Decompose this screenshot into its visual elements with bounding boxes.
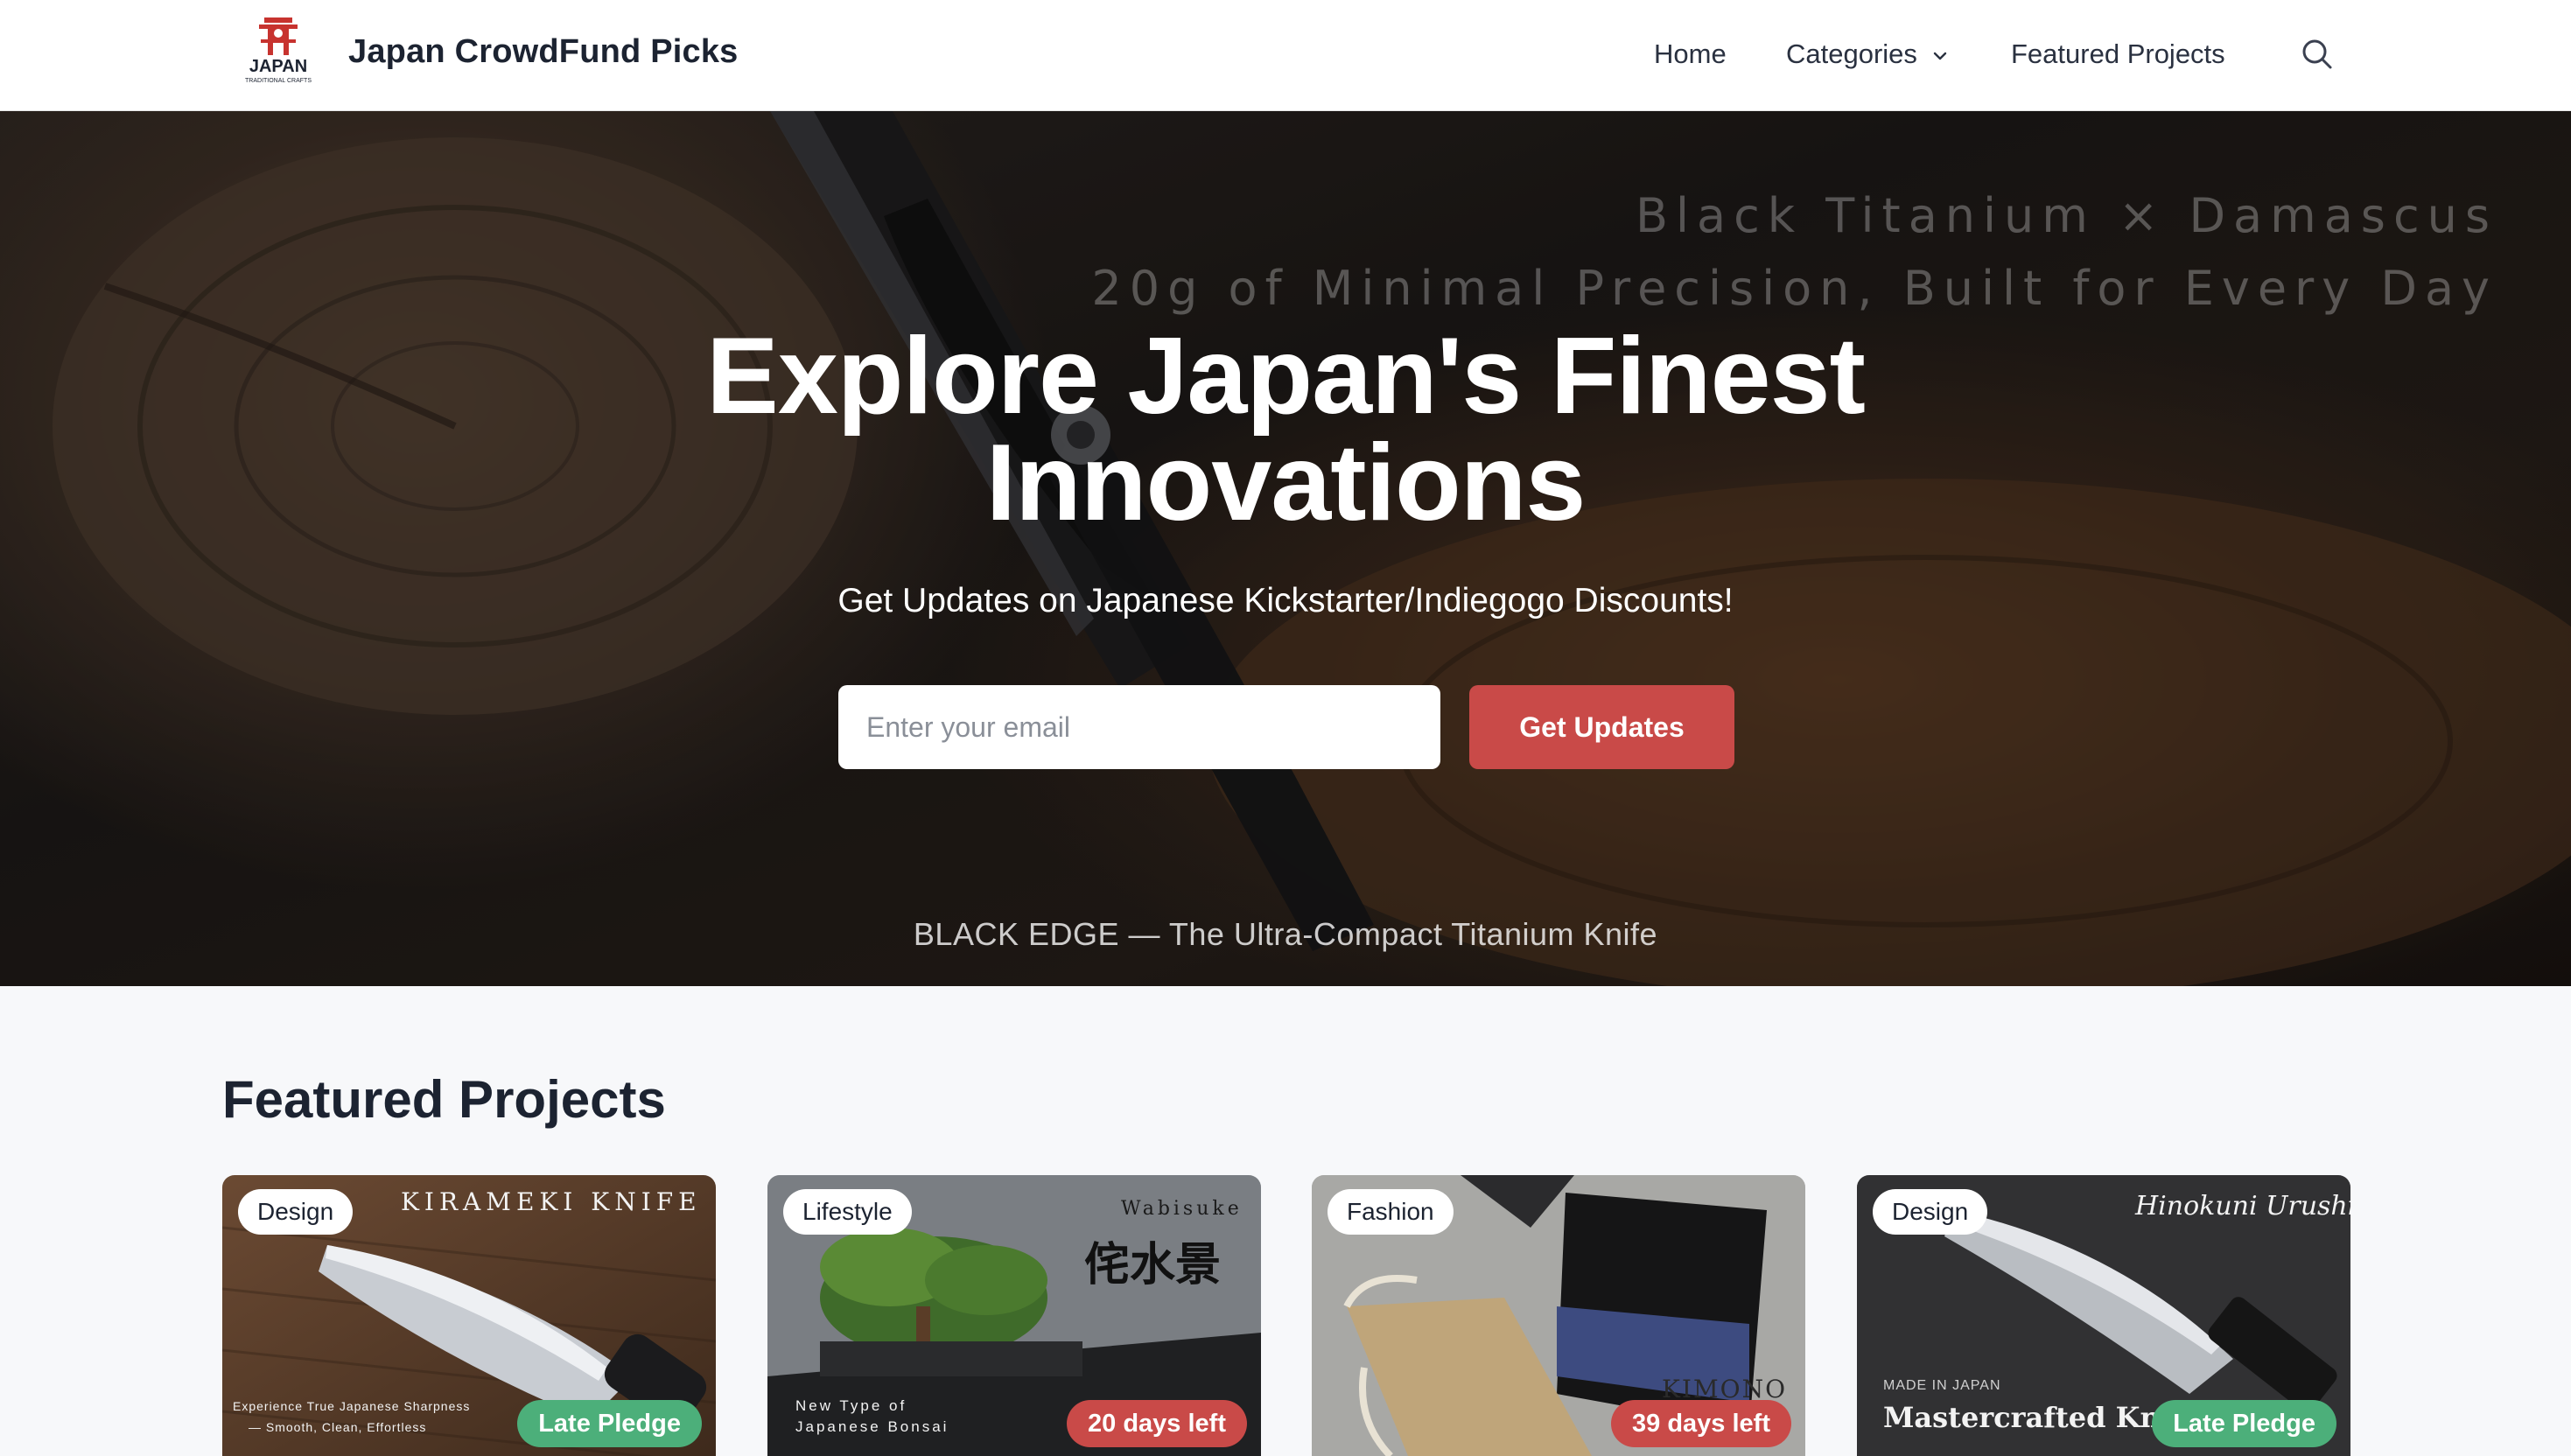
project-card[interactable]: Hinokuni Urushi MADE IN JAPAN Mastercraf… — [1857, 1175, 2350, 1456]
project-card[interactable]: Wabisuke 侘水景 New Type of Japanese Bonsai… — [767, 1175, 1261, 1456]
hero-title: Explore Japan's Finest Innovations — [0, 322, 2571, 537]
site-title[interactable]: Japan CrowdFund Picks — [348, 33, 739, 71]
card-tagline-2: — Smooth, Clean, Effortless — [249, 1420, 427, 1434]
nav-featured-projects[interactable]: Featured Projects — [2011, 38, 2225, 70]
hero-image-text-line-1: Black Titanium × Damascus — [1635, 188, 2497, 243]
card-heading: KIRAMEKI KNIFE — [401, 1187, 702, 1216]
hero-title-line-2: Innovations — [985, 423, 1587, 543]
hero-image-text-line-2: 20g of Minimal Precision, Built for Ever… — [1091, 261, 2497, 316]
logo-icon: JAPAN TRADITIONAL CRAFTS — [245, 18, 312, 84]
status-badge: 20 days left — [1067, 1400, 1247, 1447]
category-badge: Lifestyle — [783, 1189, 912, 1235]
email-input[interactable] — [838, 685, 1440, 769]
category-badge: Fashion — [1328, 1189, 1454, 1235]
hero-caption: BLACK EDGE — The Ultra-Compact Titanium … — [913, 916, 1658, 952]
chevron-down-icon — [1933, 52, 1946, 60]
nav-categories-label: Categories — [1786, 38, 1917, 69]
nav-home[interactable]: Home — [1654, 38, 1727, 70]
card-kanji: 侘水景 — [1084, 1238, 1222, 1292]
status-badge: Late Pledge — [2152, 1400, 2336, 1447]
svg-text:TRADITIONAL CRAFTS: TRADITIONAL CRAFTS — [245, 78, 312, 84]
category-badge: Design — [1873, 1189, 1988, 1235]
status-badge: 39 days left — [1611, 1400, 1791, 1447]
hero-banner: Black Titanium × Damascus 20g of Minimal… — [0, 111, 2571, 986]
site-logo[interactable]: JAPAN TRADITIONAL CRAFTS — [233, 14, 324, 86]
project-card[interactable]: KIMONO Fashion 39 days left — [1312, 1175, 1805, 1456]
card-tagline-1: Experience True Japanese Sharpness — [233, 1399, 471, 1413]
card-tagline-1: MADE IN JAPAN — [1883, 1378, 2001, 1393]
project-card[interactable]: KIRAMEKI KNIFE Experience True Japanese … — [222, 1175, 716, 1456]
hero-title-line-1: Explore Japan's Finest — [706, 316, 1866, 437]
card-tagline-1: New Type of — [795, 1397, 907, 1414]
get-updates-button[interactable]: Get Updates — [1469, 685, 1734, 769]
svg-text:JAPAN: JAPAN — [249, 57, 307, 76]
search-button[interactable] — [2300, 37, 2335, 72]
category-badge: Design — [238, 1189, 354, 1235]
search-icon — [2302, 39, 2332, 69]
hero-subtitle: Get Updates on Japanese Kickstarter/Indi… — [837, 582, 1734, 620]
card-tagline-2: Japanese Bonsai — [795, 1418, 949, 1435]
card-heading: Hinokuni Urushi — [2135, 1191, 2350, 1222]
nav-categories[interactable]: Categories — [1786, 38, 1950, 70]
featured-projects-title: Featured Projects — [222, 1070, 666, 1129]
status-badge: Late Pledge — [517, 1400, 702, 1447]
site-header: JAPAN TRADITIONAL CRAFTS Japan CrowdFund… — [0, 0, 2571, 111]
card-heading: Wabisuke — [1121, 1198, 1243, 1220]
